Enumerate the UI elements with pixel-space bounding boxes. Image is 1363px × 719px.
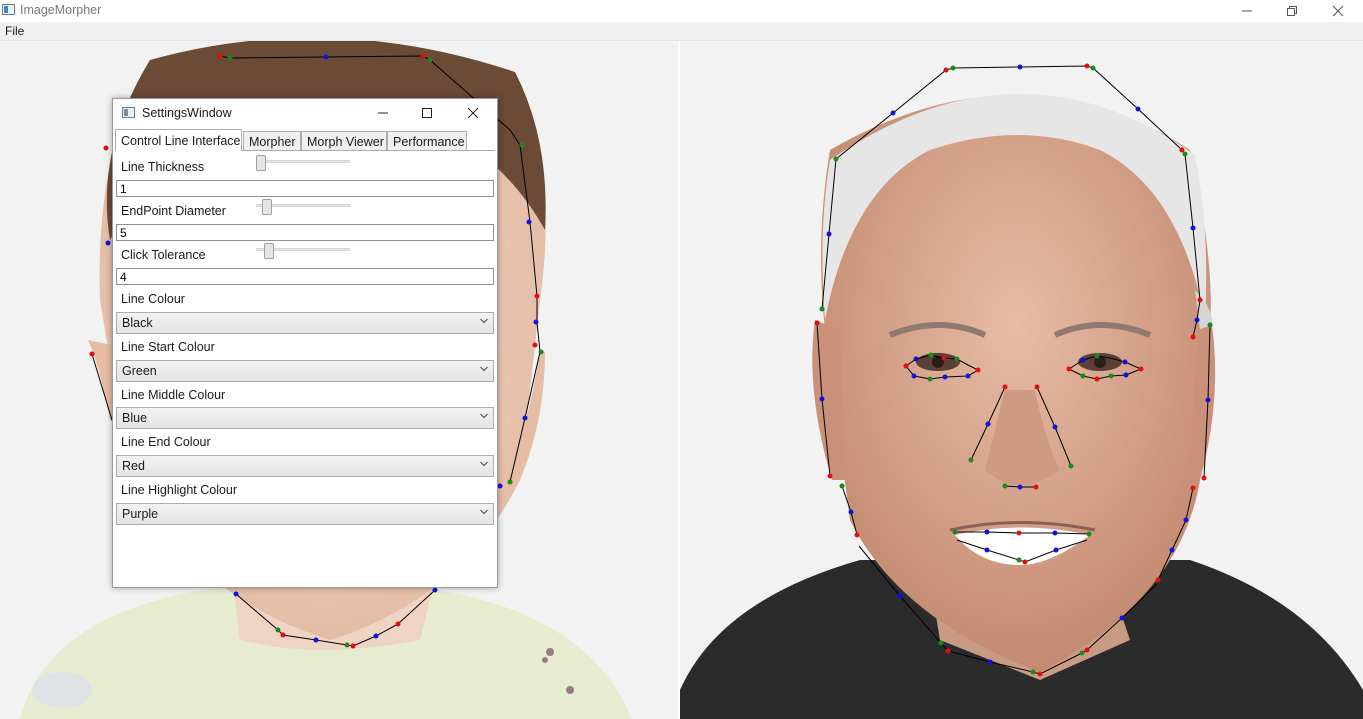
line-start-colour-select[interactable]: Green bbox=[116, 360, 494, 382]
tab-morpher[interactable]: Morpher bbox=[243, 131, 301, 150]
line-thickness-label: Line Thickness bbox=[121, 160, 205, 174]
click-tolerance-slider[interactable] bbox=[256, 243, 350, 259]
settings-title-bar[interactable]: SettingsWindow bbox=[113, 99, 497, 127]
app-window-icon bbox=[2, 4, 15, 15]
line-end-colour-value: Red bbox=[122, 459, 145, 473]
restore-button[interactable] bbox=[1269, 0, 1315, 22]
tab-control-line-interface[interactable]: Control Line Interface bbox=[115, 129, 242, 151]
line-middle-colour-value: Blue bbox=[122, 411, 148, 425]
close-icon bbox=[467, 107, 479, 119]
click-tolerance-label: Click Tolerance bbox=[121, 248, 206, 262]
line-thickness-slider[interactable] bbox=[256, 155, 350, 171]
click-tolerance-input[interactable]: 4 bbox=[116, 268, 494, 285]
settings-maximize-button[interactable] bbox=[405, 101, 449, 125]
line-highlight-colour-label: Line Highlight Colour bbox=[121, 483, 238, 497]
line-highlight-colour-value: Purple bbox=[122, 507, 159, 521]
minimize-button[interactable] bbox=[1224, 0, 1270, 22]
chevron-down-icon bbox=[480, 318, 488, 324]
close-button[interactable] bbox=[1315, 0, 1361, 22]
line-thickness-input[interactable]: 1 bbox=[116, 180, 494, 197]
line-start-colour-label: Line Start Colour bbox=[121, 340, 215, 354]
slider-thumb[interactable] bbox=[264, 243, 274, 259]
menu-bar: File bbox=[0, 22, 1363, 41]
maximize-icon bbox=[422, 108, 432, 118]
chevron-down-icon bbox=[480, 366, 488, 372]
restore-icon bbox=[1287, 6, 1297, 16]
settings-window-icon bbox=[122, 107, 135, 118]
tab-performance[interactable]: Performance bbox=[387, 131, 467, 150]
settings-close-button[interactable] bbox=[451, 101, 495, 125]
line-end-colour-select[interactable]: Red bbox=[116, 455, 494, 477]
endpoint-diameter-input[interactable]: 5 bbox=[116, 224, 494, 241]
line-middle-colour-select[interactable]: Blue bbox=[116, 407, 494, 429]
line-colour-select[interactable]: Black bbox=[116, 312, 494, 334]
endpoint-diameter-slider[interactable] bbox=[256, 199, 350, 215]
line-highlight-colour-select[interactable]: Purple bbox=[116, 503, 494, 525]
chevron-down-icon bbox=[480, 413, 488, 419]
tab-morph-viewer[interactable]: Morph Viewer bbox=[301, 131, 387, 150]
minimize-icon bbox=[1242, 10, 1252, 12]
line-end-colour-label: Line End Colour bbox=[121, 435, 211, 449]
endpoint-diameter-label: EndPoint Diameter bbox=[121, 204, 226, 218]
slider-thumb[interactable] bbox=[256, 155, 266, 171]
line-colour-value: Black bbox=[122, 316, 153, 330]
menu-file[interactable]: File bbox=[5, 24, 24, 38]
line-colour-label: Line Colour bbox=[121, 292, 185, 306]
settings-window[interactable]: SettingsWindow Control Line Interface Mo… bbox=[112, 98, 498, 588]
slider-thumb[interactable] bbox=[262, 199, 272, 215]
target-image-old[interactable] bbox=[680, 93, 1363, 719]
slider-track bbox=[256, 160, 350, 163]
settings-title: SettingsWindow bbox=[142, 106, 232, 120]
main-title-bar: ImageMorpher bbox=[0, 0, 1363, 22]
minimize-icon bbox=[378, 112, 388, 114]
app-title: ImageMorpher bbox=[20, 3, 102, 17]
chevron-down-icon bbox=[480, 461, 488, 467]
line-start-colour-value: Green bbox=[122, 364, 157, 378]
close-icon bbox=[1332, 5, 1344, 17]
settings-minimize-button[interactable] bbox=[361, 101, 405, 125]
line-middle-colour-label: Line Middle Colour bbox=[121, 388, 226, 402]
chevron-down-icon bbox=[480, 509, 488, 515]
settings-tabs: Control Line Interface Morpher Morph Vie… bbox=[115, 129, 495, 151]
